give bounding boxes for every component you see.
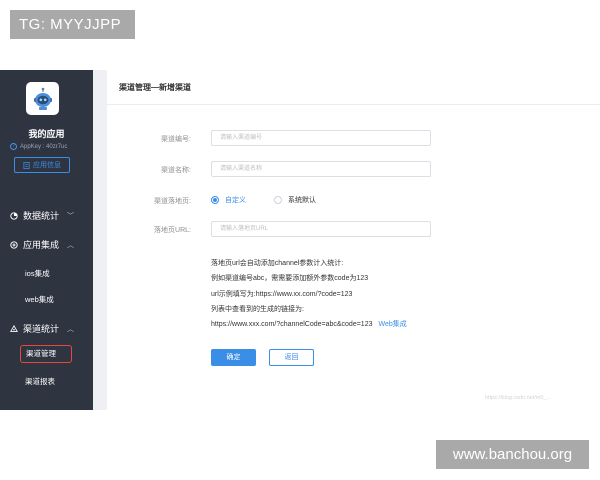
content-gutter: [93, 70, 107, 410]
channel-name-input[interactable]: 请输入渠道名称: [211, 161, 431, 177]
appkey-row: ? AppKey : 40zr7uc: [10, 143, 67, 150]
chevron-down-icon: ﹀: [67, 212, 75, 220]
site-watermark-badge: www.banchou.org: [436, 440, 589, 469]
sidebar-item-channel-management[interactable]: 渠道管理: [20, 345, 72, 363]
app-info-label: 应用信息: [33, 162, 61, 169]
sidebar: 我的应用 ? AppKey : 40zr7uc 应用信息 数据统计 ﹀ 应用集成…: [0, 70, 93, 410]
web-integration-link[interactable]: Web集成: [379, 321, 407, 328]
chevron-up-icon: ︿: [67, 241, 75, 249]
robot-icon: [33, 87, 52, 110]
help-icon[interactable]: ?: [10, 143, 17, 150]
help-line: https://www.xxx.com/?channelCode=abc&cod…: [211, 317, 407, 332]
landing-url-label: 落地页URL:: [154, 227, 191, 234]
tg-watermark-badge: TG: MYYJJPP: [10, 10, 135, 39]
help-example-url: https://www.xxx.com/?channelCode=abc&cod…: [211, 321, 373, 329]
main-panel: 渠道管理—新增渠道 渠道编号: 请输入渠道编号 渠道名称: 请输入渠道名称 渠道…: [107, 70, 600, 410]
landing-url-input[interactable]: 请输入落地页URL: [211, 221, 431, 237]
app-avatar[interactable]: [26, 82, 59, 115]
nav-group-label: 数据统计: [23, 211, 60, 221]
integration-icon: [10, 240, 18, 249]
landing-page-radio-group: 自定义 系统默认: [211, 195, 316, 205]
nav-group-app-integration[interactable]: 应用集成 ︿: [10, 238, 74, 251]
sidebar-item-channel-report[interactable]: 渠道报表: [25, 376, 55, 387]
app-name: 我的应用: [28, 129, 65, 139]
help-line: 例如渠道编号abc，需需要添加额外参数code为123: [211, 275, 369, 283]
radio-custom-label[interactable]: 自定义: [225, 195, 246, 205]
landing-page-label: 渠道落地页:: [154, 198, 191, 205]
channel-code-label: 渠道编号:: [161, 136, 191, 143]
nav-group-label: 应用集成: [23, 240, 60, 250]
radio-system-default[interactable]: [274, 196, 282, 204]
radio-custom[interactable]: [211, 196, 219, 204]
confirm-button[interactable]: 确定: [211, 349, 256, 366]
help-line: 列表中查看到的生成的链接为:: [211, 305, 304, 313]
help-line: 落地页url会自动添加channel参数计入统计:: [211, 260, 344, 267]
radio-system-default-label[interactable]: 系统默认: [288, 195, 316, 205]
csdn-watermark: https://blog.csdn.net/m0_...: [485, 395, 552, 401]
channel-code-input[interactable]: 请输入渠道编号: [211, 130, 431, 146]
help-line: url示例填写为:https://www.xx.com/?code=123: [211, 290, 353, 298]
nav-group-channel-stats[interactable]: 渠道统计 ︿: [10, 322, 74, 335]
document-icon: [23, 161, 30, 169]
title-divider: [107, 104, 600, 105]
url-help-text: 落地页url会自动添加channel参数计入统计: 例如渠道编号abc，需需要添…: [211, 256, 407, 332]
channel-name-label: 渠道名称:: [161, 167, 191, 174]
sidebar-item-ios-integration[interactable]: ios集成: [25, 268, 50, 279]
back-button[interactable]: 返回: [269, 349, 314, 366]
chevron-up-icon: ︿: [67, 325, 75, 333]
nav-group-data-stats[interactable]: 数据统计 ﹀: [10, 209, 74, 222]
sidebar-item-web-integration[interactable]: web集成: [25, 294, 54, 305]
page-title: 渠道管理—新增渠道: [119, 83, 191, 92]
pie-chart-icon: [10, 211, 18, 220]
nav-group-label: 渠道统计: [23, 324, 60, 334]
app-info-button[interactable]: 应用信息: [14, 157, 70, 173]
channel-icon: [10, 324, 18, 332]
appkey-text: AppKey : 40zr7uc: [20, 143, 68, 150]
